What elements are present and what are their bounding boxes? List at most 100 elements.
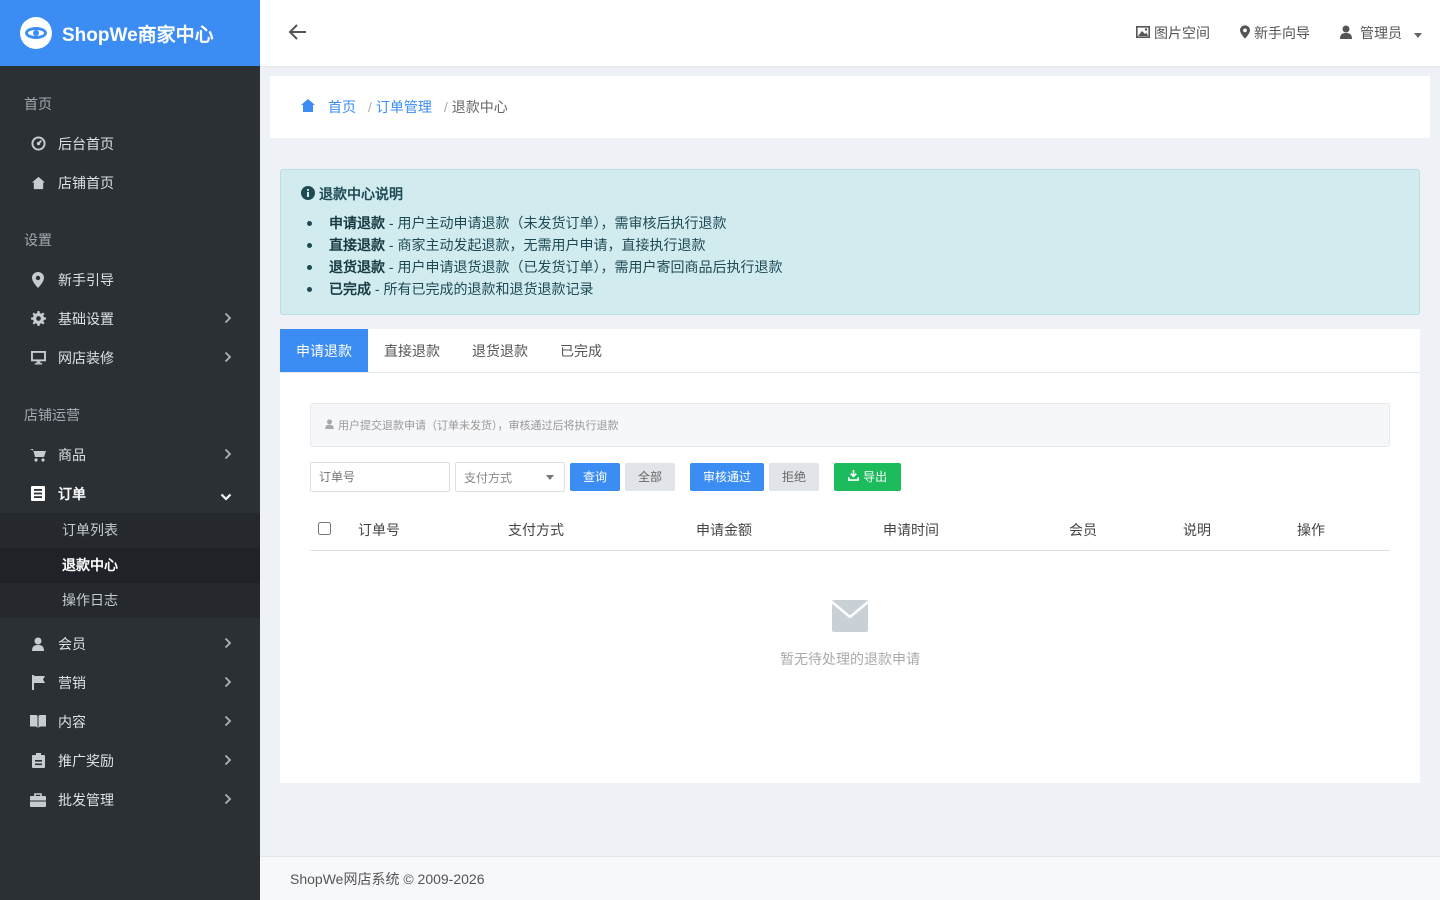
admin-menu[interactable]: 管理员 <box>1340 23 1422 43</box>
book-icon <box>30 714 46 730</box>
chevron-down-icon <box>220 488 232 504</box>
sidebar-item-label: 推广奖励 <box>58 752 114 769</box>
sidebar: ShopWe商家中心 首页 后台首页 店铺首页 设置 新手引导 基础设置 网店装… <box>0 0 260 900</box>
sidebar-item-decoration[interactable]: 网店装修 <box>0 338 260 377</box>
column-header[interactable]: 订单号 <box>358 510 508 551</box>
order-icon <box>30 486 46 502</box>
chevron-right-icon <box>224 350 232 366</box>
payment-method-select[interactable]: 支付方式 <box>455 462 565 492</box>
info-item: 退货退款 - 用户申请退货退款（已发货订单），需用户寄回商品后执行退款 <box>301 256 1399 278</box>
breadcrumb-home[interactable]: 首页 <box>328 97 356 117</box>
sidebar-item-basic-settings[interactable]: 基础设置 <box>0 299 260 338</box>
topbar: 图片空间 新手向导 管理员 <box>260 0 1440 66</box>
briefcase-icon <box>30 792 46 808</box>
admin-label: 管理员 <box>1360 25 1402 41</box>
sidebar-item-label: 网店装修 <box>58 349 114 366</box>
clipboard-icon <box>30 753 46 769</box>
sidebar-item-label: 后台首页 <box>58 135 114 152</box>
chevron-right-icon <box>224 753 232 769</box>
tab-apply-refund[interactable]: 申请退款 <box>280 329 368 372</box>
breadcrumb-order-management[interactable]: 订单管理 <box>376 97 432 117</box>
sidebar-item-wholesale[interactable]: 批发管理 <box>0 780 260 819</box>
user-icon <box>30 636 46 652</box>
info-term: 已完成 <box>329 281 371 297</box>
info-term: 退货退款 <box>329 259 385 275</box>
sidebar-item-refund-center[interactable]: 退款中心 <box>0 548 260 583</box>
sidebar-item-label: 基础设置 <box>58 310 114 327</box>
info-desc: - 商家主动发起退款，无需用户申请，直接执行退款 <box>385 237 706 253</box>
guide-link[interactable]: 新手向导 <box>1240 23 1310 43</box>
column-header[interactable]: 操作 <box>1297 510 1390 551</box>
reject-button[interactable]: 拒绝 <box>769 463 820 491</box>
orders-subnav: 订单列表 退款中心 操作日志 <box>0 513 260 618</box>
column-header[interactable]: 说明 <box>1183 510 1297 551</box>
all-button[interactable]: 全部 <box>625 463 676 491</box>
empty-state: 暂无待处理的退款申请 <box>310 599 1390 669</box>
logo-icon <box>20 17 52 49</box>
info-term: 申请退款 <box>329 215 385 231</box>
info-term: 直接退款 <box>329 237 385 253</box>
brand[interactable]: ShopWe商家中心 <box>0 0 260 66</box>
column-header[interactable]: 申请金额 <box>696 510 883 551</box>
home-icon <box>30 175 46 191</box>
sidebar-item-marketing[interactable]: 营销 <box>0 663 260 702</box>
select-all-checkbox[interactable] <box>318 521 331 535</box>
sidebar-item-orders[interactable]: 订单 <box>0 474 260 513</box>
nav-section-title: 店铺运营 <box>24 407 80 423</box>
info-desc: - 用户申请退货退款（已发货订单），需用户寄回商品后执行退款 <box>385 259 783 275</box>
tab-return-refund[interactable]: 退货退款 <box>456 329 544 372</box>
column-header[interactable]: 支付方式 <box>508 510 696 551</box>
approve-button[interactable]: 审核通过 <box>690 463 765 491</box>
info-list: 申请退款 - 用户主动申请退款（未发货订单），需审核后执行退款 直接退款 - 商… <box>301 212 1399 300</box>
filter-bar: 支付方式 查询 全部 审核通过 拒绝 导出 <box>310 462 902 492</box>
info-circle-icon <box>301 185 315 203</box>
copyright: ShopWe网店系统 © 2009-2026 <box>290 871 485 887</box>
monitor-icon <box>30 350 46 366</box>
guide-label: 新手向导 <box>1254 25 1310 41</box>
breadcrumb-separator: / <box>443 99 448 115</box>
chevron-right-icon <box>224 311 232 327</box>
select-all-cell <box>310 510 358 551</box>
chevron-right-icon <box>224 792 232 808</box>
sidebar-item-guide[interactable]: 新手引导 <box>0 260 260 299</box>
sidebar-item-operation-log[interactable]: 操作日志 <box>0 583 260 618</box>
info-desc: - 用户主动申请退款（未发货订单），需审核后执行退款 <box>385 215 727 231</box>
sidebar-item-label: 内容 <box>58 713 86 730</box>
cart-icon <box>30 447 46 463</box>
column-header[interactable]: 申请时间 <box>883 510 1069 551</box>
chevron-right-icon <box>224 675 232 691</box>
brand-name: ShopWe商家中心 <box>62 24 214 46</box>
flag-icon <box>30 675 46 691</box>
query-button[interactable]: 查询 <box>570 463 621 491</box>
empty-text: 暂无待处理的退款申请 <box>780 651 920 667</box>
home-icon <box>300 98 316 116</box>
sidebar-item-label: 订单 <box>58 485 86 502</box>
sidebar-item-products[interactable]: 商品 <box>0 435 260 474</box>
footer: ShopWe网店系统 © 2009-2026 <box>260 856 1440 900</box>
table-header-row: 订单号 支付方式 申请金额 申请时间 会员 说明 操作 <box>310 510 1390 551</box>
chevron-right-icon <box>224 636 232 652</box>
chevron-right-icon <box>224 714 232 730</box>
sidebar-item-promotion[interactable]: 推广奖励 <box>0 741 260 780</box>
image-space-link[interactable]: 图片空间 <box>1136 23 1210 43</box>
column-header[interactable]: 会员 <box>1069 510 1183 551</box>
sidebar-item-dashboard[interactable]: 后台首页 <box>0 124 260 163</box>
tab-completed[interactable]: 已完成 <box>544 329 618 372</box>
back-arrow-icon[interactable] <box>288 22 310 44</box>
tab-direct-refund[interactable]: 直接退款 <box>368 329 456 372</box>
export-button[interactable]: 导出 <box>834 463 902 491</box>
sidebar-item-members[interactable]: 会员 <box>0 624 260 663</box>
info-item: 已完成 - 所有已完成的退款和退货退款记录 <box>301 278 1399 300</box>
info-title: 退款中心说明 <box>301 184 1399 204</box>
order-number-input[interactable] <box>310 462 450 492</box>
sidebar-item-shop-home[interactable]: 店铺首页 <box>0 163 260 202</box>
sidebar-item-label: 批发管理 <box>58 791 114 808</box>
refund-tabs: 申请退款 直接退款 退货退款 已完成 <box>280 329 1420 373</box>
gear-icon <box>30 311 46 327</box>
sidebar-item-order-list[interactable]: 订单列表 <box>0 513 260 548</box>
sidebar-item-label: 商品 <box>58 446 86 463</box>
sidebar-item-label: 店铺首页 <box>58 174 114 191</box>
sidebar-item-content[interactable]: 内容 <box>0 702 260 741</box>
user-icon <box>1340 25 1352 42</box>
map-marker-icon <box>1240 24 1250 42</box>
